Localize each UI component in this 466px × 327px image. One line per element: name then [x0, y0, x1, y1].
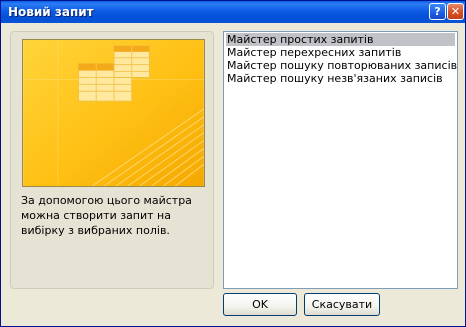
wizard-item-find-duplicates[interactable]: Майстер пошуку повторюваних записів	[226, 59, 457, 72]
help-icon: ?	[434, 5, 441, 18]
wizard-illustration	[22, 39, 205, 187]
help-button[interactable]: ?	[429, 3, 446, 20]
wizard-item-simple-query[interactable]: Майстер простих запитів	[226, 33, 455, 46]
close-icon: ✕	[450, 5, 461, 18]
window-title: Новий запит	[8, 5, 94, 19]
cancel-button[interactable]: Скасувати	[304, 293, 380, 316]
ok-button[interactable]: OK	[223, 293, 297, 316]
wizard-description: За допомогою цього майстра можна створит…	[21, 194, 192, 237]
close-button[interactable]: ✕	[447, 3, 464, 20]
title-bar[interactable]: Новий запит ? ✕	[1, 1, 465, 23]
wizard-list[interactable]: Майстер простих запитів Майстер перехрес…	[223, 31, 458, 289]
wizard-item-crosstab-query[interactable]: Майстер перехресних запитів	[226, 46, 455, 59]
new-query-dialog: Новий запит ? ✕ За допомогою цього майст…	[0, 0, 466, 327]
wizard-item-find-unmatched[interactable]: Майстер пошуку незв'язаних записів	[226, 72, 455, 85]
